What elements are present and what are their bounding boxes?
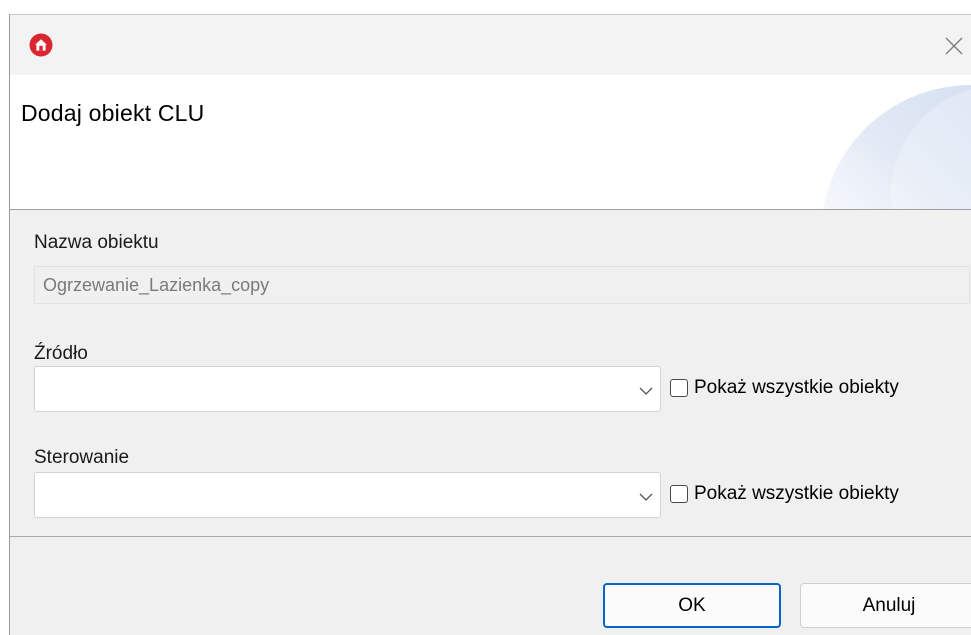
dialog-header: Dodaj obiekt CLU (10, 75, 971, 210)
header-decoration (823, 85, 971, 209)
close-button[interactable] (937, 29, 971, 63)
source-show-all-label: Pokaż wszystkie obiekty (694, 377, 899, 398)
name-field[interactable]: Ogrzewanie_Lazienka_copy (34, 266, 970, 304)
control-combobox[interactable] (34, 472, 661, 518)
source-show-all-checkbox[interactable]: Pokaż wszystkie obiekty (670, 374, 899, 402)
control-label: Sterowanie (34, 447, 130, 468)
name-label: Nazwa obiektu (34, 232, 159, 253)
control-checkbox-box[interactable] (670, 485, 688, 503)
ok-button[interactable]: OK (603, 583, 781, 628)
dialog-window: Dodaj obiekt CLU Nazwa obiektu Ogrzewani… (9, 14, 971, 635)
chevron-down-icon (639, 493, 653, 501)
cancel-button[interactable]: Anuluj (800, 583, 971, 628)
control-show-all-label: Pokaż wszystkie obiekty (694, 483, 899, 504)
dialog-title: Dodaj obiekt CLU (21, 100, 205, 126)
source-label: Źródło (34, 343, 88, 364)
source-combobox[interactable] (34, 366, 661, 412)
home-icon (29, 33, 53, 57)
chevron-down-icon (639, 387, 653, 395)
footer-divider (10, 536, 971, 537)
title-bar[interactable] (10, 15, 971, 75)
close-icon (945, 37, 963, 55)
source-checkbox-box[interactable] (670, 379, 688, 397)
control-show-all-checkbox[interactable]: Pokaż wszystkie obiekty (670, 480, 899, 508)
